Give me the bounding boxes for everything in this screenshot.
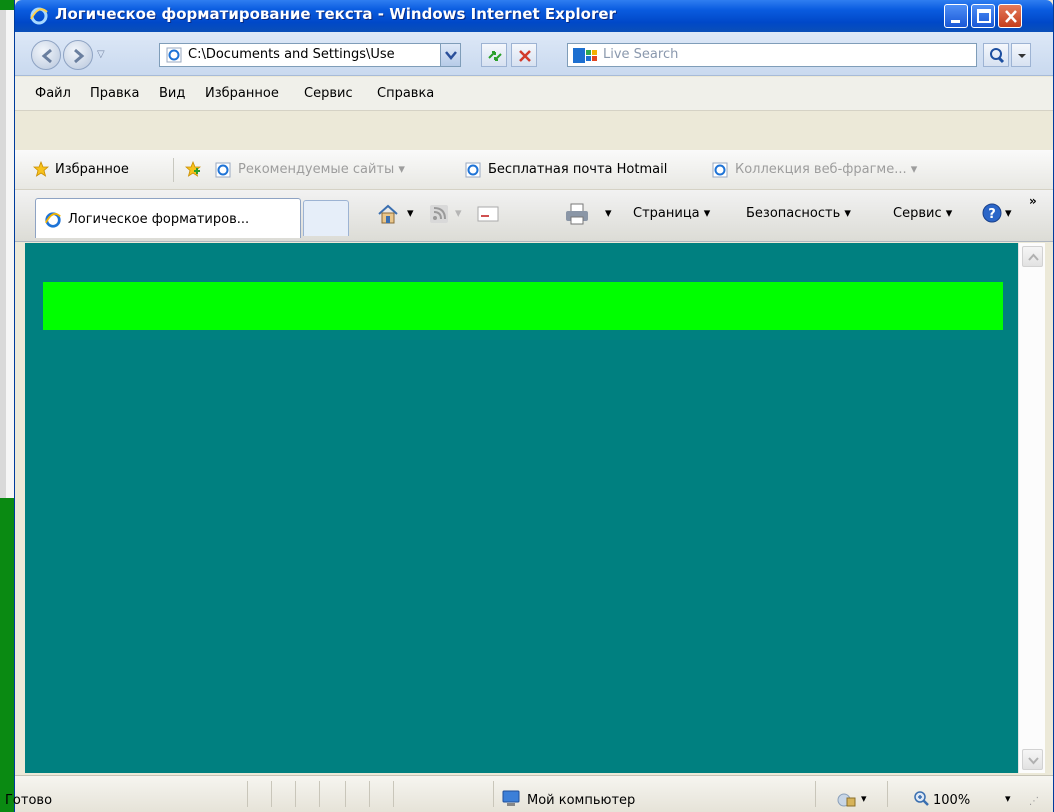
address-dropdown-button[interactable]: [440, 44, 460, 66]
search-options-button[interactable]: [1011, 43, 1031, 67]
feeds-dropdown-icon[interactable]: ▾: [455, 206, 462, 221]
title-bar[interactable]: Логическое форматирование текста - Windo…: [15, 0, 1053, 32]
computer-icon: [502, 790, 520, 806]
address-toolbar: ▽ C:\Documents and Settings\Use Live Sea…: [15, 32, 1053, 76]
menu-help[interactable]: Справка: [377, 86, 434, 101]
ie-window: Логическое форматирование текста - Windo…: [5, 0, 1054, 812]
fav-link-suggested-sites[interactable]: Рекомендуемые сайты ▾: [238, 162, 405, 177]
search-button[interactable]: [983, 43, 1009, 67]
chevron-down-icon: [445, 51, 457, 60]
maximize-button[interactable]: [971, 4, 995, 28]
menu-edit[interactable]: Правка: [90, 86, 139, 101]
refresh-button[interactable]: [481, 43, 507, 67]
arrow-right-icon: [74, 48, 85, 64]
chevron-down-icon: [1028, 757, 1039, 765]
ie-page-icon: [712, 162, 728, 178]
close-button[interactable]: [998, 4, 1022, 28]
fav-link-web-slices[interactable]: Коллекция веб-фрагме... ▾: [735, 162, 917, 177]
minimize-icon: [951, 20, 960, 23]
menu-favorites[interactable]: Избранное: [205, 86, 279, 101]
printer-icon[interactable]: [563, 202, 591, 226]
address-text[interactable]: C:\Documents and Settings\Use: [188, 47, 395, 62]
ie-logo-icon: [45, 212, 61, 228]
page-menu[interactable]: Страница ▾: [633, 206, 710, 221]
home-icon[interactable]: [375, 202, 401, 226]
menu-bar: Файл Правка Вид Избранное Сервис Справка: [15, 77, 1053, 111]
ie-page-icon: [166, 47, 182, 63]
security-zone-label: Мой компьютер: [527, 793, 636, 808]
vertical-scrollbar[interactable]: [1018, 243, 1045, 773]
home-dropdown-icon[interactable]: ▾: [407, 206, 414, 221]
maximize-icon: [977, 9, 991, 23]
zoom-icon[interactable]: [913, 790, 931, 808]
tab-command-bar: Логическое форматиров... ▾ ▾ ▾ Страница …: [15, 190, 1053, 242]
magnifier-icon: [990, 48, 1005, 64]
chevron-up-icon: [1028, 253, 1039, 261]
live-search-logo-icon: [573, 48, 597, 63]
toolbar-overflow-chevron[interactable]: »: [1029, 194, 1037, 208]
print-dropdown-icon[interactable]: ▾: [605, 206, 612, 221]
window-title: Логическое форматирование текста - Windo…: [55, 5, 616, 23]
zoom-dropdown-icon[interactable]: ▾: [1005, 792, 1011, 805]
scroll-up-button[interactable]: [1022, 246, 1043, 267]
ie-logo-icon: [30, 7, 48, 25]
stop-icon: [519, 50, 531, 62]
favorites-bar: Избранное Рекомендуемые сайты ▾ Бесплатн…: [15, 150, 1053, 190]
status-text: Готово: [5, 793, 53, 808]
back-button[interactable]: [31, 40, 61, 70]
protected-mode-dropdown-icon[interactable]: ▾: [861, 792, 867, 805]
stop-button[interactable]: [511, 43, 537, 67]
resize-grip-icon[interactable]: ⋰: [1029, 796, 1039, 807]
menu-view[interactable]: Вид: [159, 86, 185, 101]
fav-link-hotmail[interactable]: Бесплатная почта Hotmail: [488, 162, 667, 177]
mail-icon[interactable]: [477, 206, 499, 222]
protected-mode-icon[interactable]: [835, 790, 857, 808]
zoom-level[interactable]: 100%: [933, 793, 970, 808]
history-dropdown-icon[interactable]: ▽: [97, 49, 105, 60]
menu-tools[interactable]: Сервис: [304, 86, 353, 101]
menu-file[interactable]: Файл: [35, 86, 71, 101]
search-placeholder: Live Search: [603, 47, 679, 62]
address-field[interactable]: C:\Documents and Settings\Use: [159, 43, 461, 67]
star-icon: [33, 161, 49, 177]
search-input[interactable]: Live Search: [567, 43, 977, 67]
arrow-left-icon: [41, 48, 52, 64]
close-icon: [1005, 10, 1017, 23]
help-dropdown-icon[interactable]: ▾: [1005, 206, 1012, 221]
tab-active[interactable]: Логическое форматиров...: [35, 198, 301, 238]
add-favorite-icon[interactable]: [185, 161, 201, 177]
feeds-icon[interactable]: [429, 204, 449, 224]
minimize-button[interactable]: [944, 4, 968, 28]
page-content: [25, 243, 1018, 773]
scroll-down-button[interactable]: [1022, 749, 1043, 770]
status-bar: Готово Мой компьютер ▾ 100% ▾ ⋰: [5, 775, 1053, 812]
svg-text:?: ?: [988, 207, 996, 222]
help-icon[interactable]: ?: [981, 202, 1003, 224]
ie-page-icon: [215, 162, 231, 178]
tab-label: Логическое форматиров...: [68, 212, 250, 227]
safety-menu[interactable]: Безопасность ▾: [746, 206, 851, 221]
highlighted-block: [43, 282, 1003, 330]
refresh-icon: [488, 51, 502, 61]
ie-page-icon: [465, 162, 481, 178]
favorites-center-button[interactable]: Избранное: [55, 162, 129, 177]
new-tab-button[interactable]: [303, 200, 349, 236]
chevron-down-icon: [1018, 54, 1026, 58]
tools-menu[interactable]: Сервис ▾: [893, 206, 952, 221]
forward-button[interactable]: [63, 40, 93, 70]
